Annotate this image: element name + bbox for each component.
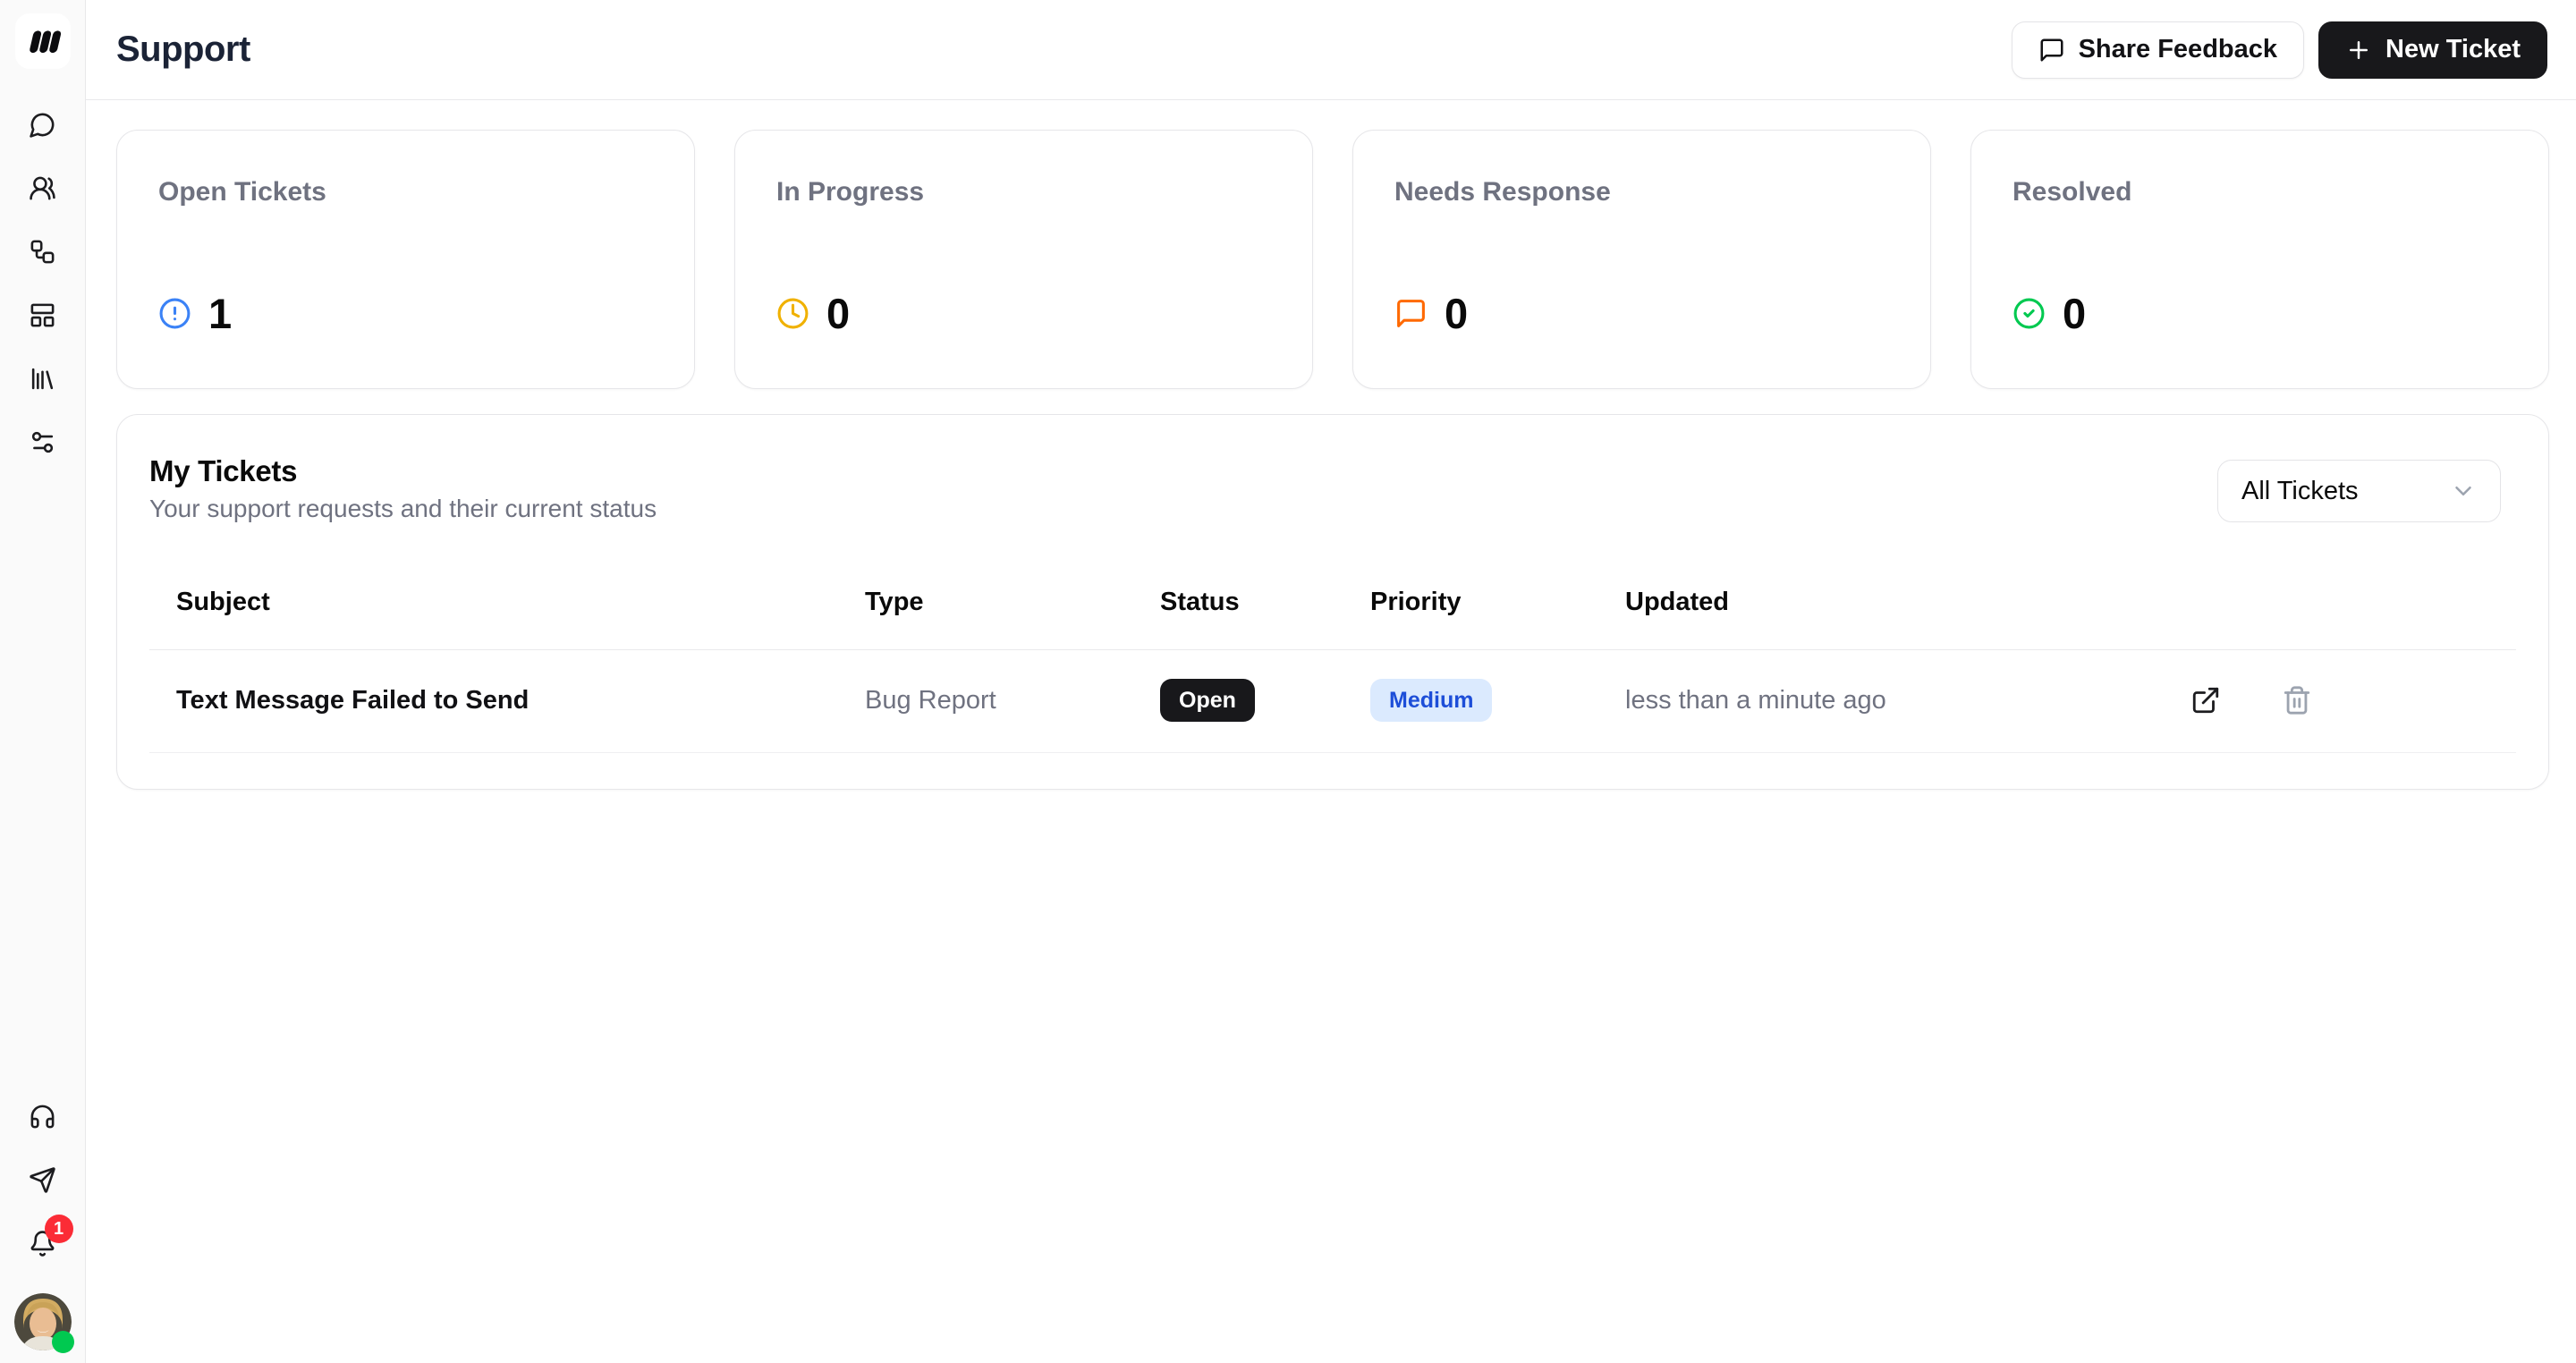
- column-header-priority: Priority: [1343, 557, 1598, 650]
- sidebar-item-dashboard[interactable]: [25, 297, 61, 333]
- stat-label: Resolved: [2012, 177, 2132, 207]
- sidebar-item-library[interactable]: [25, 360, 61, 396]
- tickets-title-block: My Tickets Your support requests and the…: [149, 454, 657, 523]
- chevron-down-icon: [2455, 487, 2471, 495]
- stats-row: Open Tickets 1 In Progress 0 Needs Respo…: [116, 130, 2549, 389]
- tickets-title: My Tickets: [149, 454, 298, 487]
- stat-card-open-tickets: Open Tickets 1: [116, 130, 695, 389]
- stat-value: 0: [2063, 290, 2086, 337]
- priority-badge: Medium: [1370, 679, 1493, 722]
- stat-card-needs-response: Needs Response 0: [1352, 130, 1931, 389]
- sidebar-item-send[interactable]: [25, 1162, 61, 1198]
- sidebar-item-chat[interactable]: [25, 106, 61, 142]
- page-title: Support: [116, 30, 250, 69]
- new-ticket-label: New Ticket: [2385, 35, 2521, 63]
- sidebar-item-support[interactable]: [25, 1098, 61, 1134]
- message-square-icon: [2040, 38, 2063, 61]
- trash-icon: [2284, 686, 2310, 715]
- sidebar: 1: [0, 0, 86, 1363]
- column-header-status: Status: [1133, 557, 1343, 650]
- user-avatar[interactable]: [13, 1293, 74, 1353]
- column-header-type: Type: [838, 557, 1133, 650]
- app-logo[interactable]: [14, 13, 71, 69]
- open-ticket-button[interactable]: [2187, 682, 2224, 719]
- ticket-filter-value: All Tickets: [2241, 476, 2359, 505]
- stat-card-resolved: Resolved 0: [1970, 130, 2549, 389]
- external-link-icon: [2192, 687, 2219, 714]
- page-content: Open Tickets 1 In Progress 0 Needs Respo…: [86, 100, 2576, 790]
- stat-label: Open Tickets: [158, 177, 326, 207]
- app-root: 1 Support Share Feedback New Ticket Open…: [0, 0, 2576, 1363]
- headphones-icon: [30, 1105, 55, 1128]
- share-feedback-button[interactable]: Share Feedback: [2011, 21, 2305, 79]
- settings-sliders-icon: [31, 431, 54, 453]
- ticket-actions-cell: [2099, 649, 2516, 753]
- sidebar-nav-bottom: 1: [13, 1098, 74, 1353]
- plus-icon: [2350, 40, 2368, 59]
- clock-icon: [777, 298, 809, 329]
- column-header-updated: Updated: [1598, 557, 2099, 650]
- users-icon: [30, 176, 55, 199]
- stat-label: Needs Response: [1394, 177, 1611, 207]
- library-icon: [31, 368, 54, 389]
- sidebar-item-settings[interactable]: [25, 424, 61, 460]
- stat-card-in-progress: In Progress 0: [734, 130, 1313, 389]
- logo-icon: [29, 30, 61, 54]
- status-badge: Open: [1160, 679, 1255, 722]
- stat-label: In Progress: [776, 177, 925, 207]
- alert-circle-icon: [159, 298, 191, 329]
- sidebar-item-contacts[interactable]: [25, 170, 61, 206]
- circle-check-icon: [2013, 298, 2045, 329]
- ticket-row: Text Message Failed to Send Bug Report O…: [149, 649, 2516, 753]
- stat-value: 1: [208, 290, 232, 337]
- stat-value-row: 1: [158, 289, 653, 338]
- stat-value: 0: [826, 290, 850, 337]
- stat-value-row: 0: [776, 289, 1271, 338]
- header-actions: Share Feedback New Ticket: [2011, 21, 2547, 79]
- tickets-table: Subject Type Status Priority Updated Tex…: [149, 557, 2516, 753]
- stat-value: 0: [1445, 290, 1468, 337]
- tickets-card-header: My Tickets Your support requests and the…: [149, 454, 2516, 523]
- tickets-subtitle: Your support requests and their current …: [149, 495, 657, 522]
- message-circle-icon: [30, 113, 55, 138]
- online-status-dot: [51, 1331, 74, 1353]
- notification-badge: 1: [44, 1215, 73, 1243]
- new-ticket-button[interactable]: New Ticket: [2318, 21, 2547, 79]
- ticket-type: Bug Report: [838, 649, 1133, 753]
- column-header-actions: [2099, 557, 2516, 650]
- workflow-icon: [30, 240, 55, 263]
- my-tickets-card: My Tickets Your support requests and the…: [116, 414, 2549, 790]
- share-feedback-label: Share Feedback: [2078, 35, 2278, 63]
- table-header-row: Subject Type Status Priority Updated: [149, 557, 2516, 650]
- dashboard-icon: [30, 303, 55, 326]
- ticket-priority-cell: Medium: [1343, 649, 1598, 753]
- ticket-status-cell: Open: [1133, 649, 1343, 753]
- main-area: Support Share Feedback New Ticket Open T…: [86, 0, 2576, 1363]
- column-header-subject: Subject: [149, 557, 838, 650]
- send-icon: [30, 1166, 55, 1193]
- sidebar-item-workflows[interactable]: [25, 233, 61, 269]
- sidebar-nav-top: [25, 106, 61, 460]
- sidebar-item-notifications[interactable]: 1: [25, 1215, 73, 1261]
- delete-ticket-button[interactable]: [2278, 682, 2316, 719]
- message-square-icon: [1397, 300, 1425, 327]
- ticket-updated: less than a minute ago: [1598, 649, 2099, 753]
- page-header: Support Share Feedback New Ticket: [86, 0, 2576, 100]
- ticket-filter-dropdown[interactable]: All Tickets: [2217, 460, 2501, 522]
- stat-value-row: 0: [2012, 289, 2507, 338]
- stat-value-row: 0: [1394, 289, 1889, 338]
- ticket-subject: Text Message Failed to Send: [149, 649, 838, 753]
